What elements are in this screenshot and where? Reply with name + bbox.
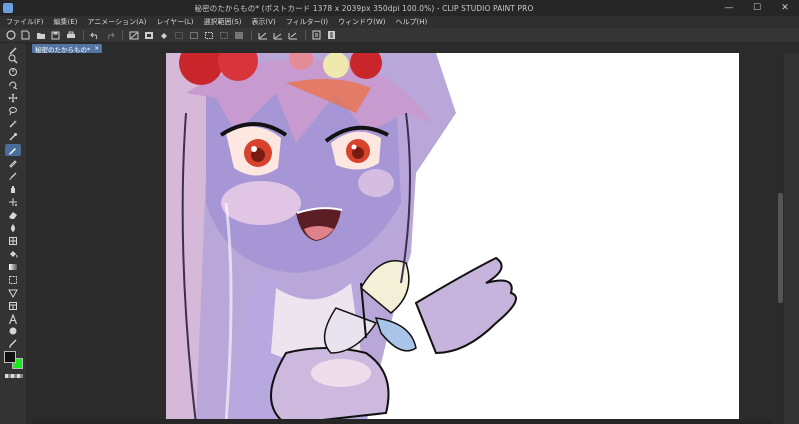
title-bar: 秘密のたからもの* (ポストカード 1378 x 2039px 350dpi 1… [0,0,799,16]
window-controls: — ☐ ✕ [715,0,799,16]
invert-selection-icon[interactable] [232,30,245,41]
separator [305,30,306,40]
clear-outside-icon[interactable] [142,30,155,41]
redo-icon[interactable] [103,30,116,41]
snap-grid-icon[interactable] [286,30,299,41]
horizontal-scrollbar[interactable] [32,419,772,424]
clear-layer-icon[interactable] [127,30,140,41]
rotate-icon[interactable] [5,79,21,91]
new-file-icon[interactable] [19,30,32,41]
tool-palette [0,43,27,424]
print-icon[interactable] [64,30,77,41]
artwork-illustration [166,53,517,424]
export-icon[interactable] [310,30,323,41]
text-icon[interactable] [5,313,21,325]
eyedropper-icon[interactable] [5,131,21,143]
maximize-button[interactable]: ☐ [743,0,771,16]
vertical-scrollbar[interactable] [777,53,784,424]
zoom-icon[interactable] [5,53,21,65]
decoration-icon[interactable] [5,196,21,208]
pencil-icon[interactable] [5,157,21,169]
menu-animation[interactable]: アニメーション(A) [87,17,146,27]
deselect-icon[interactable] [217,30,230,41]
magic-wand-icon[interactable] [5,118,21,130]
window-title: 秘密のたからもの* (ポストカード 1378 x 2039px 350dpi 1… [194,3,534,13]
transform-icon[interactable] [172,30,185,41]
scale-icon[interactable] [187,30,200,41]
menu-view[interactable]: 表示(V) [251,17,275,27]
app-logo-icon [3,3,13,13]
correct-line-icon[interactable] [5,337,21,349]
frame-icon[interactable] [5,274,21,286]
menu-help[interactable]: ヘルプ(H) [395,17,427,27]
fill-icon[interactable] [157,30,170,41]
brush-icon[interactable] [5,170,21,182]
document-tab-close-icon[interactable]: × [94,45,99,52]
menu-selection[interactable]: 選択範囲(S) [204,17,242,27]
balloon-icon[interactable] [5,325,21,337]
drawing-canvas[interactable] [166,53,739,424]
document-tab-label: 秘密のたからもの* [35,45,91,54]
fill-bucket-icon[interactable] [5,248,21,260]
menu-window[interactable]: ウィンドウ(W) [338,17,385,27]
menu-filter[interactable]: フィルター(I) [286,17,328,27]
ruler-snap-icon[interactable] [256,30,269,41]
color-settings-icon[interactable] [325,30,338,41]
transparent-color-swatch[interactable] [5,374,23,378]
blend-icon[interactable] [5,222,21,234]
command-bar [0,28,799,43]
separator [83,30,84,40]
vertical-scrollbar-thumb[interactable] [778,193,783,303]
clip-studio-window: 秘密のたからもの* (ポストカード 1378 x 2039px 350dpi 1… [0,0,799,424]
clip-studio-icon[interactable] [4,30,17,41]
save-icon[interactable] [49,30,62,41]
snap-special-ruler-icon[interactable] [271,30,284,41]
close-button[interactable]: ✕ [771,0,799,16]
separator [251,30,252,40]
canvas-workarea: 秘密のたからもの* × [28,43,799,424]
menu-bar: ファイル(F) 編集(E) アニメーション(A) レイヤー(L) 選択範囲(S)… [0,16,799,28]
pen-icon[interactable] [5,144,21,156]
minimize-button[interactable]: — [715,0,743,16]
move-layer-icon[interactable] [5,92,21,104]
menu-layer[interactable]: レイヤー(L) [156,17,193,27]
document-tab[interactable]: 秘密のたからもの* × [32,44,103,54]
menu-file[interactable]: ファイル(F) [6,17,44,27]
right-panel-strip [784,53,799,424]
undo-icon[interactable] [88,30,101,41]
figure-icon[interactable] [5,235,21,247]
lasso-icon[interactable] [5,105,21,117]
separator [122,30,123,40]
main-color-swatch[interactable] [4,351,16,363]
ruler-icon[interactable] [5,287,21,299]
open-folder-icon[interactable] [34,30,47,41]
airbrush-icon[interactable] [5,183,21,195]
menu-edit[interactable]: 編集(E) [54,17,78,27]
eraser-icon[interactable] [5,209,21,221]
selection-icon[interactable] [202,30,215,41]
hand-icon[interactable] [5,66,21,78]
layout-icon[interactable] [5,300,21,312]
gradient-icon[interactable] [5,261,21,273]
